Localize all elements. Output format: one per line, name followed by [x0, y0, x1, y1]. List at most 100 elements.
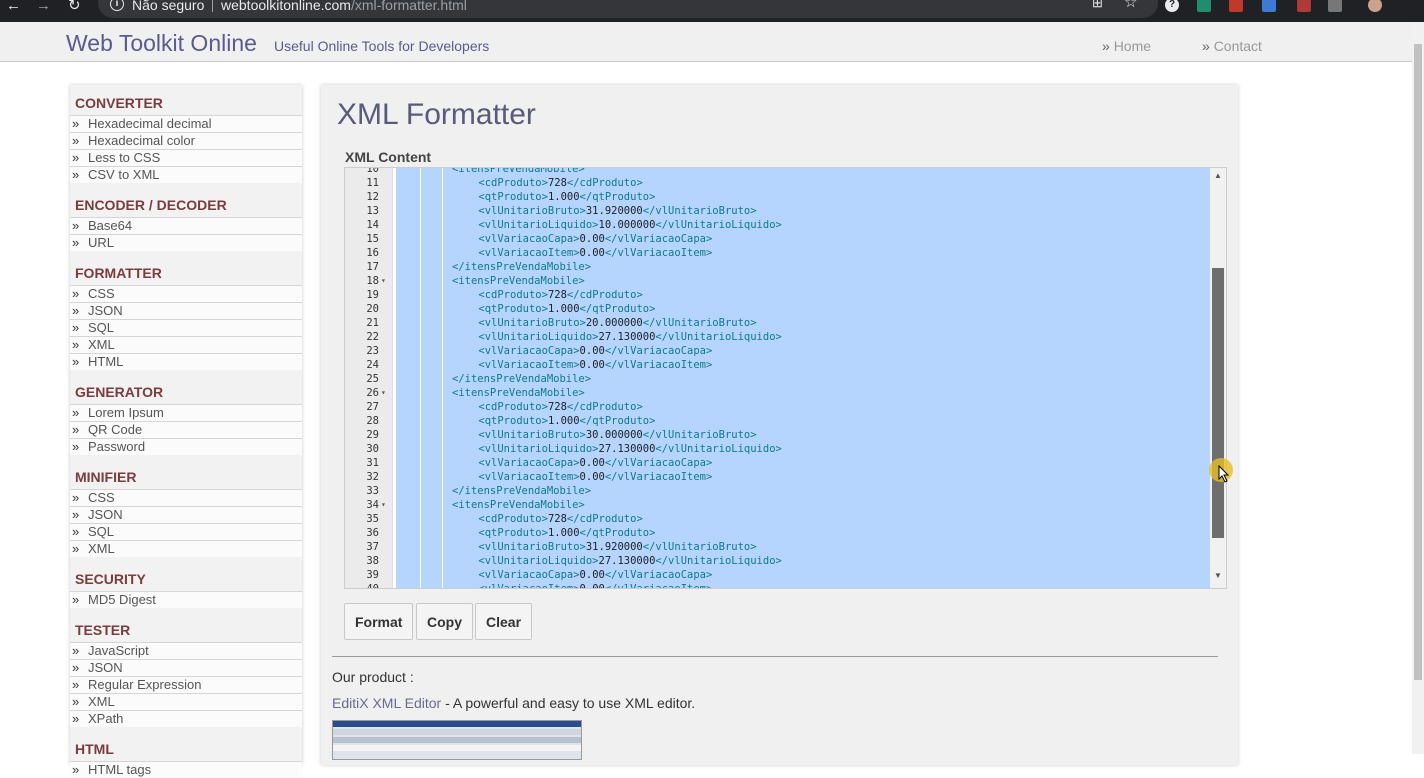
sidebar-item[interactable]: » HTML [70, 353, 302, 370]
code-line[interactable]: 25 </itensPreVendaMobile> [345, 372, 1210, 386]
sidebar-item[interactable]: » Hexadecimal color [70, 132, 302, 149]
sidebar-item[interactable]: » XPath [70, 710, 302, 727]
sidebar-item[interactable]: » URL [70, 234, 302, 251]
sidebar-item[interactable]: » JSON [70, 659, 302, 676]
sidebar-item[interactable]: » SQL [70, 523, 302, 540]
code-line[interactable]: 17 </itensPreVendaMobile> [345, 260, 1210, 274]
code-text: <itensPreVendaMobile> [452, 168, 585, 176]
star-icon[interactable]: ☆ [1124, 0, 1137, 19]
extension-icon[interactable] [1328, 0, 1342, 12]
sidebar-item[interactable]: » MD5 Digest [70, 591, 302, 608]
extension-icon[interactable] [1297, 0, 1311, 12]
url-text[interactable]: webtoolkitonline.com/xml-formatter.html [221, 0, 467, 13]
back-icon[interactable]: ← [6, 0, 21, 22]
sidebar-item[interactable]: » CSS [70, 285, 302, 302]
xml-open-tag: <vlUnitarioLiquido> [478, 331, 599, 343]
code-line[interactable]: 12 <qtProduto>1.000</qtProduto> [345, 190, 1210, 204]
sidebar-item[interactable]: » JSON [70, 506, 302, 523]
sidebar-item-label: XPath [88, 711, 124, 726]
sidebar-item[interactable]: » Less to CSS [70, 149, 302, 166]
sidebar-item[interactable]: » SQL [70, 319, 302, 336]
code-line[interactable]: 18 ▾ <itensPreVendaMobile> [345, 274, 1210, 288]
sidebar-item[interactable]: » HTML tags [70, 761, 302, 778]
page-scrollbar[interactable] [1412, 22, 1424, 754]
format-button[interactable]: Format [344, 603, 414, 640]
scroll-up-icon[interactable]: ▲ [1214, 171, 1222, 180]
sidebar-item[interactable]: » CSS [70, 489, 302, 506]
scroll-down-icon[interactable]: ▼ [1214, 571, 1222, 580]
security-label[interactable]: Não seguro [132, 0, 204, 13]
code-line[interactable]: 15 <vlVariacaoCapa>0.00</vlVariacaoCapa> [345, 232, 1210, 246]
code-line[interactable]: 22 <vlUnitarioLiquido>27.130000</vlUnitar… [345, 330, 1210, 344]
code-line[interactable]: 14 <vlUnitarioLiquido>10.000000</vlUnitar… [345, 218, 1210, 232]
code-line[interactable]: 33 </itensPreVendaMobile> [345, 484, 1210, 498]
code-line[interactable]: 10 <itensPreVendaMobile> [345, 168, 1210, 176]
code-text: <cdProduto>728</cdProduto> [478, 512, 642, 526]
code-line[interactable]: 35 <cdProduto>728</cdProduto> [345, 512, 1210, 526]
code-line[interactable]: 40 <vlVariacaoItem>0.00</vlVariacaoItem> [345, 582, 1210, 588]
code-line[interactable]: 28 <qtProduto>1.000</qtProduto> [345, 414, 1210, 428]
code-line[interactable]: 20 <qtProduto>1.000</qtProduto> [345, 302, 1210, 316]
fold-arrow-icon[interactable]: ▾ [381, 498, 386, 512]
code-lines[interactable]: 10 <itensPreVendaMobile> 11 <cdProduto>728<… [345, 168, 1210, 588]
reload-icon[interactable]: ↻ [68, 0, 81, 22]
code-line[interactable]: 29 <vlUnitarioBruto>30.000000</vlUnitario… [345, 428, 1210, 442]
code-line[interactable]: 13 <vlUnitarioBruto>31.920000</vlUnitario… [345, 204, 1210, 218]
code-line[interactable]: 27 <cdProduto>728</cdProduto> [345, 400, 1210, 414]
code-line[interactable]: 34 ▾ <itensPreVendaMobile> [345, 498, 1210, 512]
sidebar-item[interactable]: » XML [70, 693, 302, 710]
sidebar-item[interactable]: » Lorem Ipsum [70, 404, 302, 421]
sidebar-item[interactable]: » JavaScript [70, 642, 302, 659]
forward-icon[interactable]: → [36, 0, 51, 22]
our-product-label: Our product : [332, 669, 414, 685]
editix-screenshot[interactable] [332, 720, 582, 760]
sidebar-item[interactable]: » QR Code [70, 421, 302, 438]
code-line[interactable]: 21 <vlUnitarioBruto>20.000000</vlUnitario… [345, 316, 1210, 330]
sidebar-item[interactable]: » Base64 [70, 217, 302, 234]
nav-home-link[interactable]: » Home [1102, 38, 1151, 54]
copy-button[interactable]: Copy [416, 603, 473, 640]
fold-arrow-icon[interactable]: ▾ [381, 274, 386, 288]
sidebar-item[interactable]: » Hexadecimal decimal [70, 115, 302, 132]
sidebar-item[interactable]: » Regular Expression [70, 676, 302, 693]
sidebar-item[interactable]: » Password [70, 438, 302, 455]
code-line[interactable]: 31 <vlVariacaoCapa>0.00</vlVariacaoCapa> [345, 456, 1210, 470]
sidebar-item-label: CSV to XML [88, 167, 160, 182]
profile-avatar[interactable] [1368, 0, 1382, 12]
code-line[interactable]: 32 <vlVariacaoItem>0.00</vlVariacaoItem> [345, 470, 1210, 484]
site-logo[interactable]: Web Toolkit Online [66, 30, 257, 57]
extension-icon[interactable] [1229, 0, 1243, 12]
code-line[interactable]: 23 <vlVariacaoCapa>0.00</vlVariacaoCapa> [345, 344, 1210, 358]
nav-contact-link[interactable]: » Contact [1202, 38, 1262, 54]
extension-icon[interactable] [1262, 0, 1276, 12]
xml-close-tag: </vlVariacaoCapa> [604, 457, 713, 469]
line-number: 11 [366, 177, 379, 189]
page-scrollbar-thumb[interactable] [1414, 44, 1422, 680]
clear-button[interactable]: Clear [475, 603, 533, 640]
sidebar-item[interactable]: » XML [70, 540, 302, 557]
editor-scrollbar[interactable]: ▲ ▼ [1210, 168, 1226, 588]
editor-scrollbar-thumb[interactable] [1212, 268, 1224, 538]
translate-icon[interactable]: ⊞ [1092, 0, 1103, 19]
help-extension-icon[interactable]: ? [1165, 0, 1179, 12]
code-line[interactable]: 36 <qtProduto>1.000</qtProduto> [345, 526, 1210, 540]
fold-arrow-icon[interactable]: ▾ [381, 386, 386, 400]
code-line[interactable]: 39 <vlVariacaoCapa>0.00</vlVariacaoCapa> [345, 568, 1210, 582]
code-line[interactable]: 11 <cdProduto>728</cdProduto> [345, 176, 1210, 190]
code-line[interactable]: 16 <vlVariacaoItem>0.00</vlVariacaoItem> [345, 246, 1210, 260]
extension-icon[interactable] [1197, 0, 1211, 12]
code-line[interactable]: 19 <cdProduto>728</cdProduto> [345, 288, 1210, 302]
bullet-icon: » [72, 660, 80, 675]
code-line[interactable]: 24 <vlVariacaoItem>0.00</vlVariacaoItem> [345, 358, 1210, 372]
code-line[interactable]: 30 <vlUnitarioLiquido>27.130000</vlUnitar… [345, 442, 1210, 456]
editix-link[interactable]: EditiX XML Editor [332, 695, 441, 711]
xml-close-tag: </vlUnitarioBruto> [642, 317, 757, 329]
xml-editor[interactable]: 10 <itensPreVendaMobile> 11 <cdProduto>728<… [344, 167, 1227, 589]
code-line[interactable]: 37 <vlUnitarioBruto>31.920000</vlUnitario… [345, 540, 1210, 554]
code-line[interactable]: 26 ▾ <itensPreVendaMobile> [345, 386, 1210, 400]
sidebar-item[interactable]: » CSV to XML [70, 166, 302, 183]
sidebar-item[interactable]: » XML [70, 336, 302, 353]
sidebar-item[interactable]: » JSON [70, 302, 302, 319]
xml-value: 27.130000 [598, 443, 656, 455]
code-line[interactable]: 38 <vlUnitarioLiquido>27.130000</vlUnitar… [345, 554, 1210, 568]
